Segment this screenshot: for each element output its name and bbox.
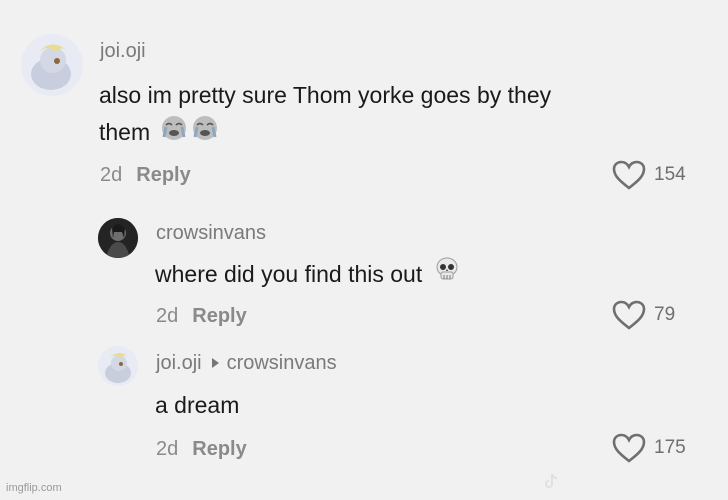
comment-3-reply-button[interactable]: Reply <box>192 438 246 460</box>
comment-1-text-line2: them <box>99 119 151 145</box>
comment-3-like-count: 175 <box>654 437 686 458</box>
comment-1-username[interactable]: joi.oji <box>100 40 146 63</box>
user-photo-icon <box>98 218 138 258</box>
comment-1-age: 2d <box>100 164 123 186</box>
comment-2-age: 2d <box>156 305 179 327</box>
skull-icon <box>433 256 461 295</box>
comment-2-like-count: 79 <box>654 304 676 325</box>
comment-3-like[interactable]: 175 <box>612 433 686 463</box>
pony-avatar-icon <box>21 34 83 96</box>
comment-3-reply-to[interactable]: crowsinvans <box>227 352 337 374</box>
crying-face-icon <box>161 115 219 152</box>
avatar-joi-oji-reply[interactable] <box>98 346 138 386</box>
comment-3-age: 2d <box>156 438 179 460</box>
comment-2-like[interactable]: 79 <box>612 300 675 330</box>
reply-arrow-icon <box>211 357 219 368</box>
tiktok-watermark-icon <box>544 473 558 492</box>
avatar-joi-oji[interactable] <box>21 34 83 96</box>
comment-2-text: where did you find this out <box>155 261 423 287</box>
heart-icon[interactable] <box>612 433 646 463</box>
comment-3-username-row: joi.oji crowsinvans <box>156 352 337 375</box>
comment-1-meta: 2d Reply <box>100 164 191 187</box>
avatar-crowsinvans[interactable] <box>98 218 138 258</box>
comment-1-text-line1: also im pretty sure Thom yorke goes by t… <box>99 82 552 108</box>
heart-icon[interactable] <box>612 300 646 330</box>
heart-icon[interactable] <box>612 160 646 190</box>
pony-avatar-icon <box>98 346 138 386</box>
comment-1-reply-button[interactable]: Reply <box>136 164 190 186</box>
comment-1-text-line2-wrap: them <box>99 114 219 152</box>
comment-1-like-count: 154 <box>654 164 686 185</box>
comment-2-username[interactable]: crowsinvans <box>156 222 266 245</box>
comment-3-meta: 2d Reply <box>156 438 247 461</box>
imgflip-watermark: imgflip.com <box>6 482 62 494</box>
comment-2-meta: 2d Reply <box>156 305 247 328</box>
comment-1-like[interactable]: 154 <box>612 160 686 190</box>
comment-2-text-wrap: where did you find this out <box>155 256 461 295</box>
comment-3-username[interactable]: joi.oji <box>156 352 202 374</box>
comment-3-text: a dream <box>155 392 240 418</box>
comment-2-reply-button[interactable]: Reply <box>192 305 246 327</box>
